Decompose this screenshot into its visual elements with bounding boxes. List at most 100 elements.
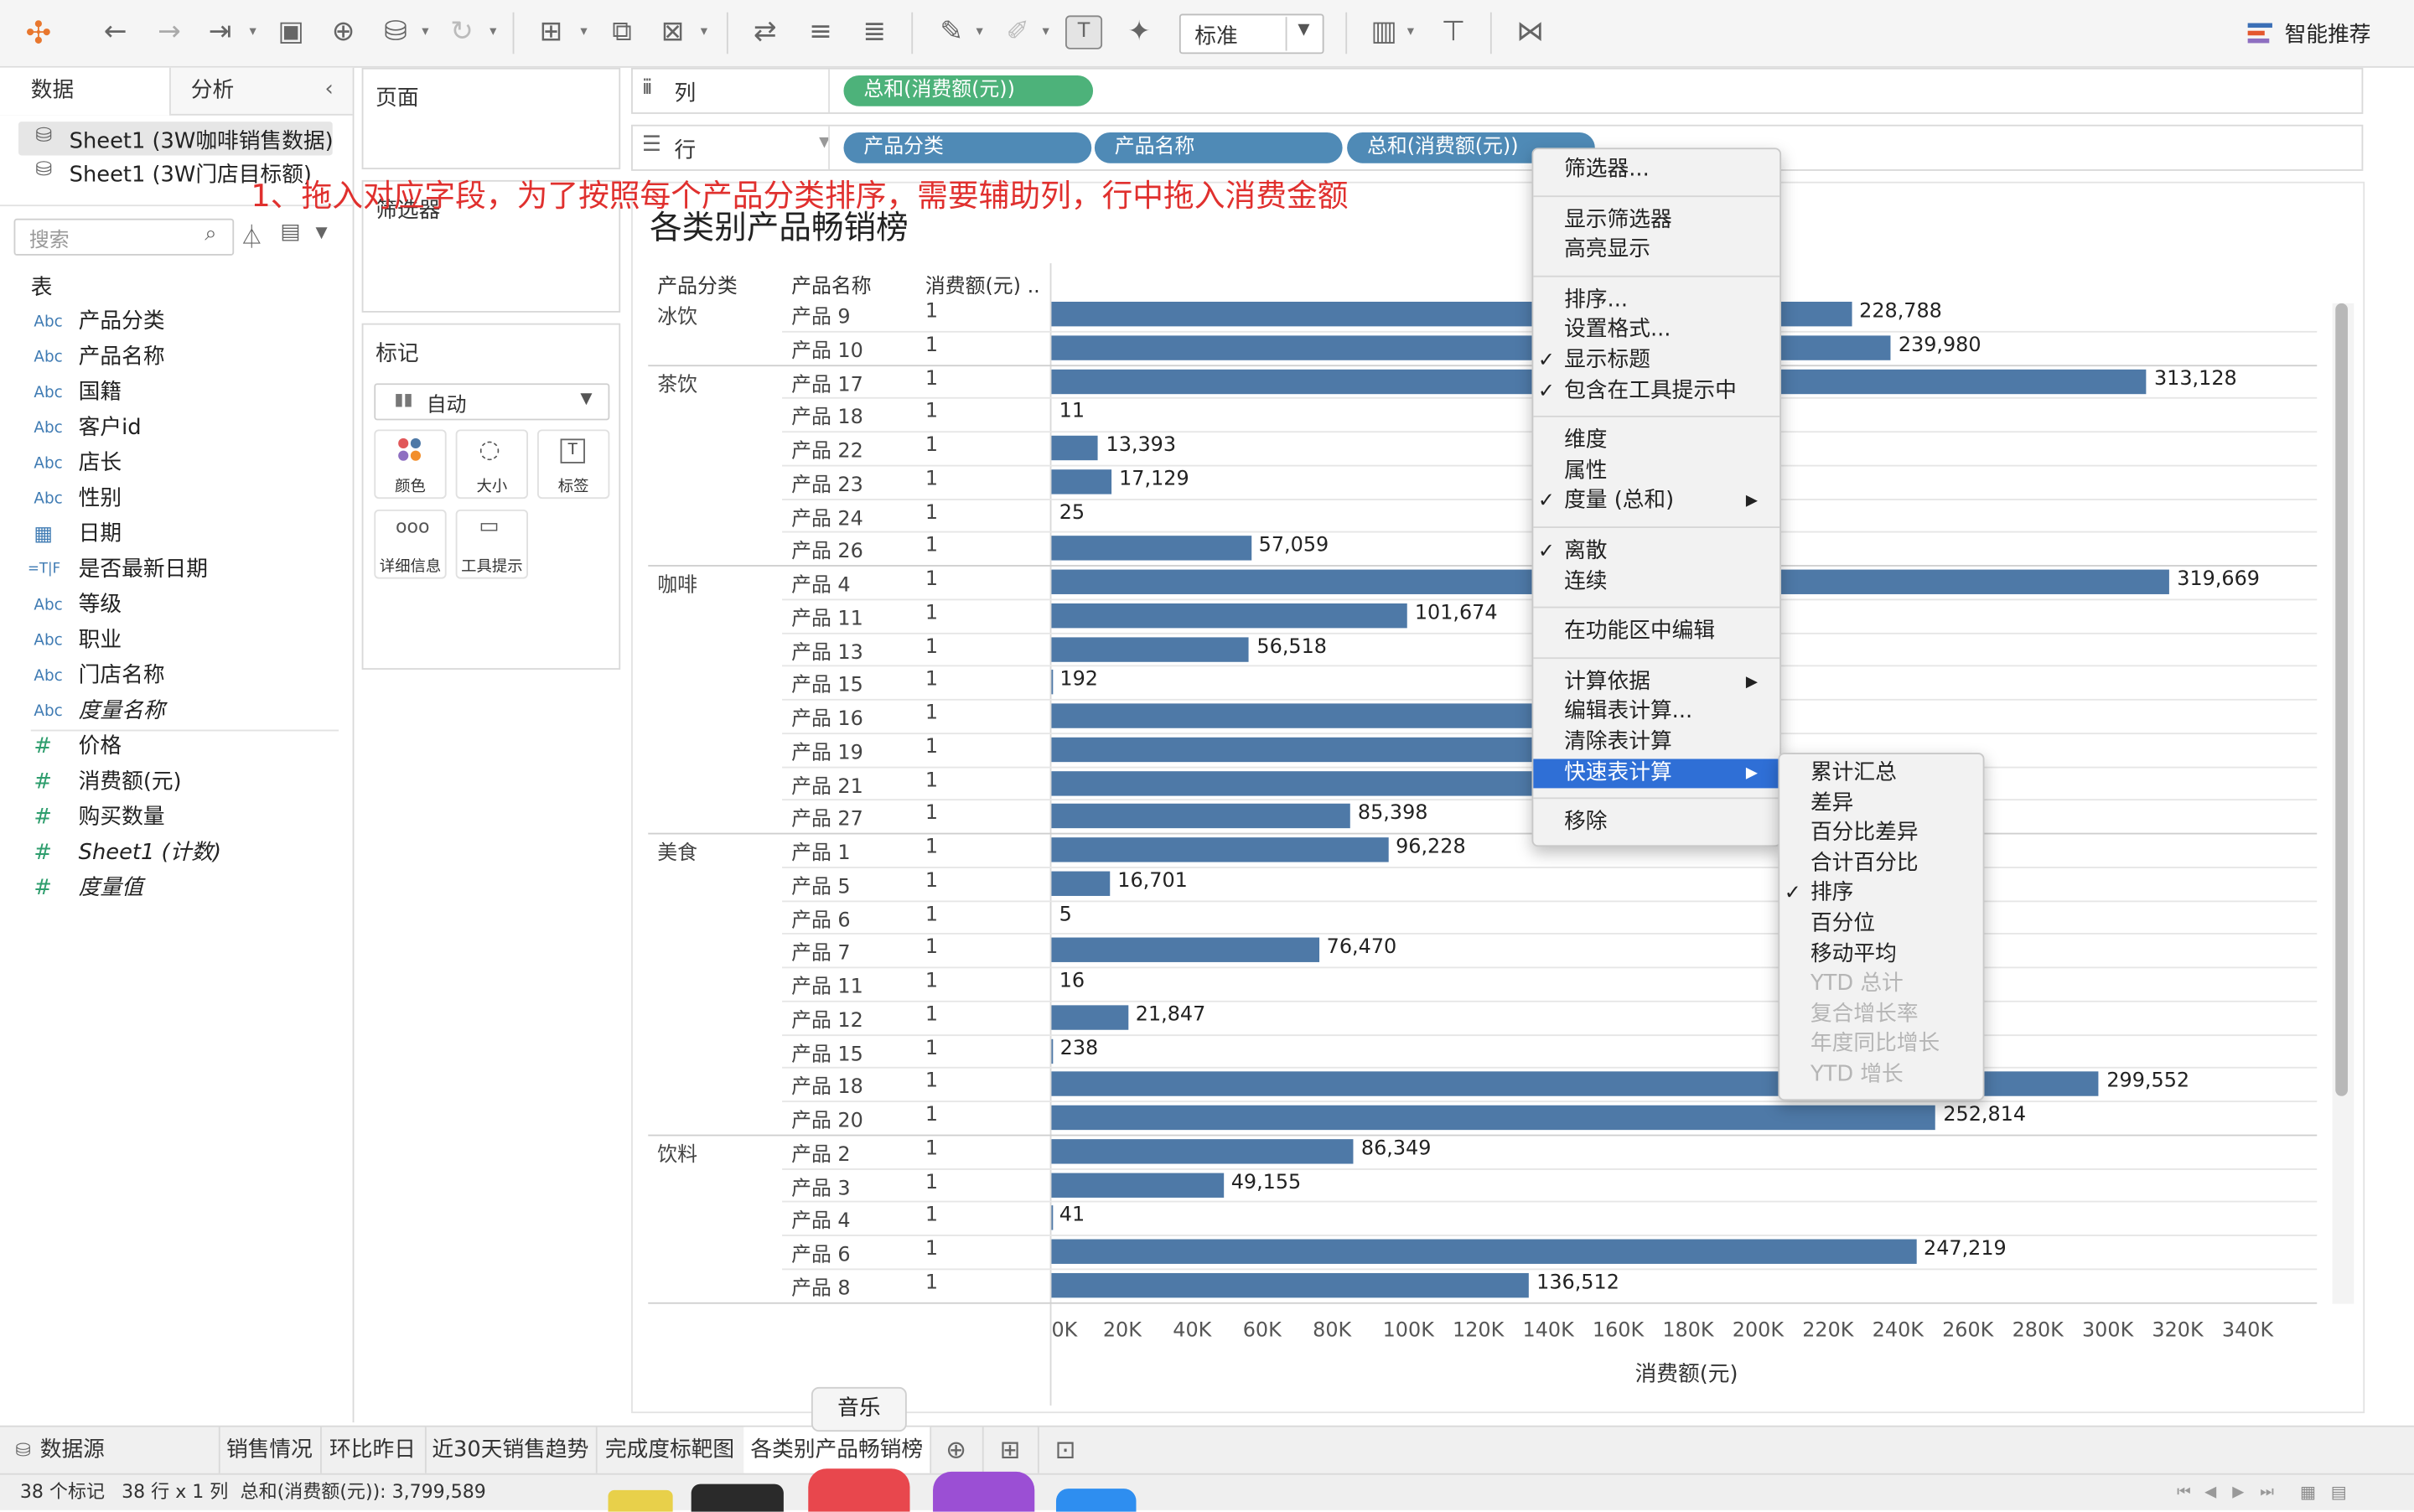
detail-button[interactable]: ooo 详细信息 <box>374 510 446 579</box>
product-label[interactable]: 产品 1 <box>791 836 851 865</box>
product-label[interactable]: 产品 22 <box>791 434 863 463</box>
category-label[interactable]: 饮料 <box>657 1137 697 1167</box>
nav-first-icon[interactable]: ⏮ <box>2177 1475 2191 1510</box>
product-label[interactable]: 产品 23 <box>791 468 863 497</box>
field-item[interactable]: Abc度量名称 <box>0 694 353 729</box>
field-item[interactable]: Abc等级 <box>0 588 353 624</box>
product-label[interactable]: 产品 13 <box>791 635 863 665</box>
field-item[interactable]: Abc产品名称 <box>0 340 353 375</box>
product-label[interactable]: 产品 4 <box>791 568 851 598</box>
pin-icon[interactable]: ✦ <box>1119 14 1159 51</box>
nav-next-icon[interactable]: ▶ <box>2232 1475 2244 1510</box>
presentation-icon[interactable]: ⊤ <box>1433 14 1474 51</box>
field-item[interactable]: #度量值 <box>0 872 353 907</box>
field-item[interactable]: #消费额(元) <box>0 765 353 800</box>
product-label[interactable]: 产品 26 <box>791 535 863 564</box>
menu-item[interactable]: 筛选器... <box>1533 156 1779 185</box>
pages-card[interactable]: 页面 <box>362 68 621 169</box>
datasource-item-active[interactable]: ⛁ Sheet1 (3W咖啡销售数据) <box>18 122 333 155</box>
rows-shelf[interactable]: ☰ 行 ▼ 产品分类 产品名称 总和(消费额(元)) <box>631 125 2363 171</box>
bar-mark[interactable] <box>1051 1240 1915 1264</box>
category-label[interactable]: 美食 <box>657 836 697 865</box>
filter-icon[interactable]: ⏃ <box>241 220 264 253</box>
view-list-icon[interactable]: ▤ <box>280 220 300 245</box>
sheet-tab[interactable]: 环比昨日 <box>320 1427 427 1473</box>
scrollbar-track[interactable] <box>2333 303 2354 1304</box>
field-item[interactable]: =T|F是否最新日期 <box>0 552 353 588</box>
bar-mark[interactable] <box>1051 1038 1052 1063</box>
submenu-item[interactable]: 合计百分比 <box>1779 849 1982 878</box>
text-label-icon[interactable]: T <box>1065 15 1102 49</box>
menu-item[interactable]: 编辑表计算... <box>1533 698 1779 728</box>
field-item[interactable]: Abc性别 <box>0 482 353 517</box>
menu-item[interactable]: 连续 <box>1533 567 1779 597</box>
search-input[interactable]: 搜索 ⌕ <box>14 219 235 256</box>
submenu-item[interactable]: 百分位 <box>1779 909 1982 939</box>
product-label[interactable]: 产品 6 <box>791 1238 851 1267</box>
podcast-app-icon[interactable] <box>933 1472 1034 1512</box>
menu-item[interactable]: ✓包含在工具提示中 <box>1533 376 1779 406</box>
field-item[interactable]: Abc店长 <box>0 447 353 482</box>
product-label[interactable]: 产品 12 <box>791 1003 863 1033</box>
product-label[interactable]: 产品 10 <box>791 334 863 363</box>
field-item[interactable]: Abc客户id <box>0 411 353 446</box>
category-label[interactable]: 茶饮 <box>657 367 697 396</box>
fit-select[interactable]: 标准 ▼ <box>1179 14 1324 54</box>
menu-item[interactable]: 维度 <box>1533 427 1779 456</box>
label-button[interactable]: T 标签 <box>537 429 609 499</box>
refresh-icon[interactable]: ↻ <box>442 14 482 51</box>
menu-item[interactable]: 设置格式... <box>1533 316 1779 345</box>
grid-view-icon[interactable]: ▦ <box>2300 1475 2316 1510</box>
product-label[interactable]: 产品 4 <box>791 1204 851 1234</box>
field-item[interactable]: Abc职业 <box>0 624 353 659</box>
chevron-down-icon[interactable]: ▾ <box>580 14 593 51</box>
menu-item[interactable]: 在功能区中编辑 <box>1533 618 1779 647</box>
new-dashboard-icon[interactable]: ⊞ <box>982 1427 1039 1473</box>
sheet-tab[interactable]: 近30天销售趋势 <box>425 1427 598 1473</box>
dock-app-icon[interactable] <box>692 1484 784 1512</box>
collapse-icon[interactable]: ‹ <box>325 77 334 101</box>
nav-last-icon[interactable]: ⏭ <box>2260 1475 2274 1510</box>
bar-mark[interactable] <box>1051 469 1111 494</box>
scrollbar-thumb[interactable] <box>2335 303 2348 1096</box>
bar-mark[interactable] <box>1051 737 1541 761</box>
chevron-down-icon[interactable]: ▾ <box>1407 14 1420 51</box>
field-item[interactable]: Abc产品分类 <box>0 305 353 340</box>
chevron-down-icon[interactable]: ▾ <box>490 14 502 51</box>
bar-mark[interactable] <box>1051 636 1249 660</box>
product-label[interactable]: 产品 6 <box>791 903 851 932</box>
submenu-item[interactable]: 累计汇总 <box>1779 759 1982 788</box>
smart-recommend-button[interactable]: 智能推荐 <box>2248 18 2402 49</box>
duplicate-icon[interactable]: ⧉ <box>602 14 642 51</box>
columns-pill-sales[interactable]: 总和(消费额(元)) <box>844 75 1094 106</box>
product-label[interactable]: 产品 16 <box>791 702 863 732</box>
new-story-icon[interactable]: ⊡ <box>1038 1427 1093 1473</box>
product-label[interactable]: 产品 11 <box>791 602 863 631</box>
product-label[interactable]: 产品 21 <box>791 769 863 798</box>
product-label[interactable]: 产品 8 <box>791 1271 851 1301</box>
product-label[interactable]: 产品 18 <box>791 1070 863 1100</box>
product-label[interactable]: 产品 7 <box>791 936 851 966</box>
product-label[interactable]: 产品 20 <box>791 1104 863 1133</box>
bar-mark[interactable] <box>1051 1173 1223 1197</box>
bar-mark[interactable] <box>1051 1005 1127 1029</box>
bar-mark[interactable] <box>1051 1272 1528 1297</box>
mark-type-select[interactable]: ▮▮ 自动 ▼ <box>374 383 609 420</box>
category-label[interactable]: 咖啡 <box>657 568 697 598</box>
chevron-down-icon[interactable]: ▾ <box>701 14 713 51</box>
menu-item[interactable]: 排序... <box>1533 286 1779 315</box>
menu-item[interactable]: 移除 <box>1533 809 1779 838</box>
back-icon[interactable]: ← <box>96 14 136 51</box>
bar-mark[interactable] <box>1051 703 1541 728</box>
product-label[interactable]: 产品 27 <box>791 802 863 831</box>
tab-data[interactable]: 数据 <box>0 68 171 116</box>
header-aux[interactable]: 消费额(元) .. <box>925 269 1040 298</box>
new-worksheet-icon[interactable]: ⊕ <box>930 1427 983 1473</box>
chevron-down-icon[interactable]: ▾ <box>1042 14 1054 51</box>
submenu-item[interactable]: 差异 <box>1779 789 1982 818</box>
bar-mark[interactable] <box>1051 837 1387 862</box>
chevron-down-icon[interactable]: ▾ <box>976 14 988 51</box>
list-view-icon[interactable]: ▤ <box>2331 1475 2347 1510</box>
bar-mark[interactable] <box>1051 536 1251 561</box>
menu-item[interactable]: ✓离散 <box>1533 537 1779 567</box>
